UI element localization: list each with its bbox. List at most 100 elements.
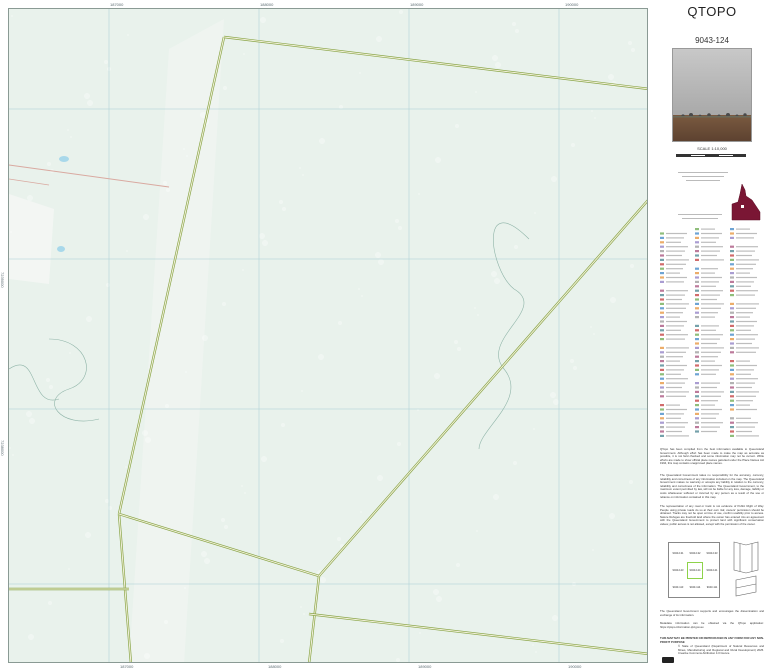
- legend-text: [701, 386, 717, 389]
- legend-text: [736, 373, 751, 375]
- index-sheet: 9043-133: [706, 552, 718, 555]
- legend-symbol: [695, 258, 699, 261]
- vegetation-patch: [378, 259, 384, 265]
- vegetation-patch: [200, 112, 206, 118]
- legend-symbol: [660, 302, 664, 305]
- sheet-number: 9043-124: [695, 36, 729, 45]
- legend-symbol: [660, 426, 664, 429]
- map-marginalia-panel: QTOPO 9043-124 SCALE 1:10,000 QTopo has …: [656, 0, 768, 671]
- vegetation-patch: [494, 278, 500, 284]
- vegetation-patch: [631, 48, 635, 52]
- index-sheet: 9043-114: [689, 586, 701, 589]
- legend-text: [701, 364, 722, 367]
- legend-symbol: [660, 368, 664, 371]
- legend-text: [701, 290, 723, 292]
- legend-text: [736, 254, 752, 257]
- vegetation-patch: [592, 549, 594, 551]
- legend-symbol: [695, 241, 699, 244]
- vegetation-patch: [70, 136, 72, 138]
- vegetation-patch: [185, 371, 187, 373]
- legend-text: [701, 254, 717, 257]
- legend-text: [666, 391, 689, 393]
- legend-text: [666, 369, 684, 371]
- legend-symbol: [730, 236, 734, 239]
- legend-text: [666, 325, 684, 327]
- legend-symbol: [660, 245, 664, 248]
- legend-symbol: [695, 311, 699, 314]
- legend-symbol: [660, 316, 664, 319]
- vegetation-patch: [533, 428, 535, 430]
- vegetation-patch: [9, 9, 10, 10]
- legend-text: [701, 237, 719, 239]
- legend-text: [701, 430, 717, 433]
- legend-text: [701, 241, 716, 243]
- legend-symbol: [695, 250, 699, 253]
- vegetation-patch: [11, 15, 13, 17]
- legend-text: [736, 395, 756, 397]
- legend-symbol: [660, 258, 664, 261]
- grid-label-left-1: 7239000: [0, 272, 5, 288]
- topographic-map[interactable]: [8, 8, 648, 663]
- legend-symbol: [695, 412, 699, 415]
- legend-symbol: [660, 404, 664, 407]
- road: [308, 575, 320, 662]
- legend-symbol: [695, 267, 699, 270]
- legend-text: [666, 347, 689, 349]
- legend-text: [666, 254, 682, 257]
- legend-text: [666, 334, 688, 336]
- grid-label-bottom-1: 187000: [120, 664, 134, 669]
- creek: [48, 338, 100, 422]
- legend-text: [736, 320, 757, 323]
- grid-label-bottom-4: 190000: [568, 664, 582, 669]
- legend-text: [666, 351, 686, 353]
- vegetation-patch: [241, 485, 243, 487]
- vegetation-patch: [260, 17, 266, 23]
- legend-text: [666, 395, 686, 397]
- vegetation-patch: [492, 55, 498, 61]
- legend-text: [736, 334, 758, 336]
- vegetation-patch: [512, 22, 516, 26]
- legend-text: [701, 360, 715, 362]
- legend-symbol: [730, 228, 734, 231]
- legend-text: [666, 276, 687, 279]
- legend-text: [666, 241, 681, 243]
- legend-text: [666, 435, 689, 437]
- disclaimer-paragraph-2: The Queensland Government takes no respo…: [660, 473, 764, 499]
- legend-symbol: [695, 373, 699, 376]
- legend-symbol: [695, 364, 699, 367]
- legend-symbol: [660, 377, 664, 380]
- legend-text: [701, 391, 724, 393]
- legend-symbol: [730, 272, 734, 275]
- vegetation-patch: [339, 105, 343, 109]
- landscape-photo: [672, 48, 752, 142]
- legend-symbol: [695, 421, 699, 424]
- legend-symbol: [660, 338, 664, 341]
- legend-symbol: [695, 228, 699, 231]
- vegetation-patch: [202, 335, 208, 341]
- legend-text: [666, 320, 687, 323]
- vegetation-patch: [125, 466, 127, 468]
- legend-symbol: [695, 276, 699, 279]
- legend-text: [701, 373, 716, 375]
- grid-label-top-3: 189000: [410, 2, 424, 7]
- vegetation-patch: [127, 34, 129, 36]
- legend-symbol: [695, 245, 699, 248]
- legend-text: [736, 408, 757, 411]
- legend-text: [701, 228, 715, 230]
- legend-text: [666, 386, 682, 389]
- vegetation-patch: [163, 181, 167, 185]
- legend-text: [666, 382, 685, 384]
- legend-symbol: [730, 399, 734, 402]
- legend-symbol: [660, 373, 664, 376]
- dissemination-paragraph: The Queensland Government supports and e…: [660, 609, 764, 617]
- legend-symbol: [730, 333, 734, 336]
- track: [9, 178, 50, 186]
- road: [223, 36, 647, 90]
- legend-symbol: [730, 395, 734, 398]
- legend-symbol: [695, 280, 699, 283]
- legend-text: [701, 246, 723, 248]
- grid-label-left-2: 7238000: [0, 440, 5, 456]
- creek: [478, 222, 530, 450]
- legend-symbol: [695, 426, 699, 429]
- vegetation-patch: [495, 62, 501, 68]
